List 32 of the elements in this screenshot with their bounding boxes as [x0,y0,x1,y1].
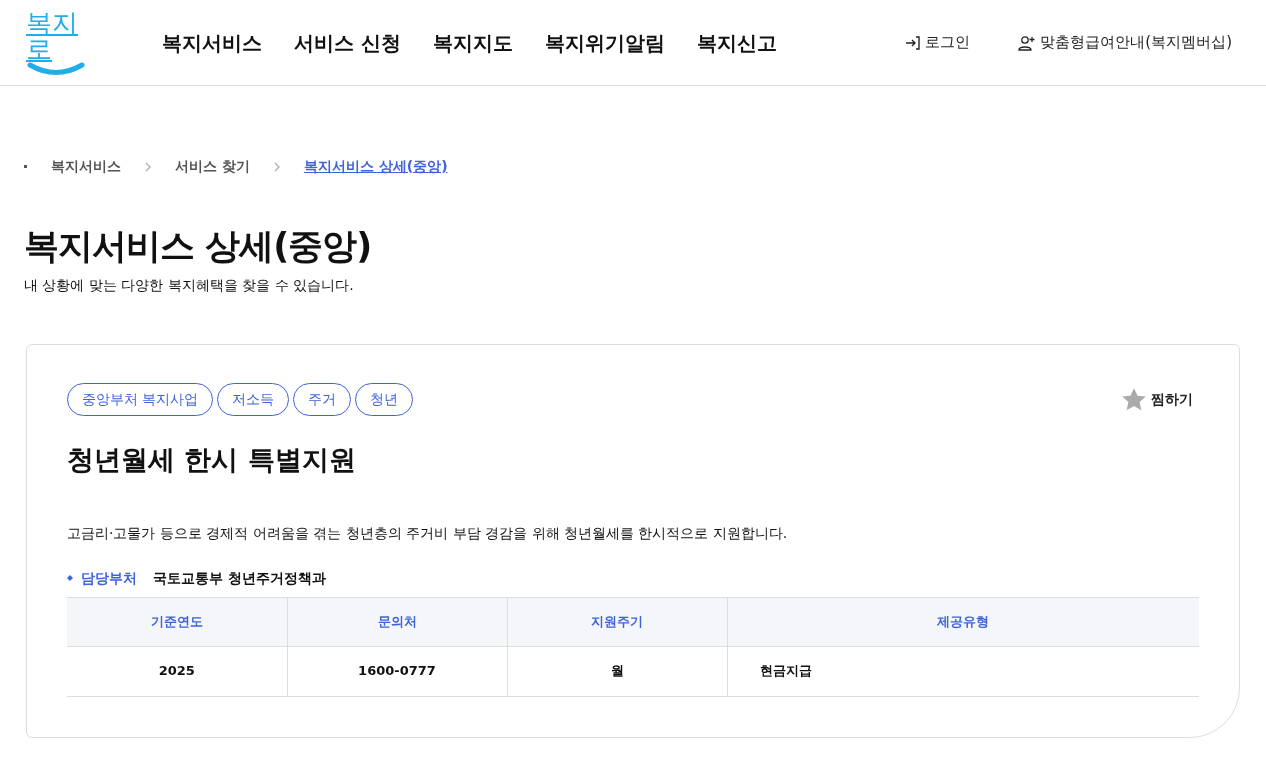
nav-link[interactable]: 복지신고 [696,27,777,58]
breadcrumb-link[interactable]: 서비스 찾기 [175,156,250,177]
diamond-bullet-icon [67,575,73,581]
table-cell: 1600-0777 [287,646,507,696]
page-title: 복지서비스 상세(중앙) [24,225,373,267]
column-header: 문의처 [287,597,507,646]
nav-link[interactable]: 복지위기알림 [544,27,665,58]
service-description: 고금리·고물가 등으로 경제적 어려움을 겪는 청년층의 주거비 부담 경감을 위해 청년월세를 한시적으로 지원합니다. [67,523,789,543]
nav-link[interactable]: 복지지도 [432,27,513,58]
table-cell: 2025 [67,646,287,696]
service-title: 청년월세 한시 특별지원 [67,443,357,477]
page-subtitle: 내 상황에 맞는 다양한 복지혜택을 찾을 수 있습니다. [24,276,355,295]
table-cell: 현금지급 [727,646,1199,696]
column-header: 지원주기 [507,597,727,646]
breadcrumb-link[interactable]: 복지서비스 [51,156,121,177]
nav-link[interactable]: 서비스 신청 [294,27,401,58]
breadcrumb-link[interactable]: 복지서비스 상세(중앙) [303,156,448,177]
membership-link[interactable]: 맞춤형급여안내(복지멤버십) [1018,31,1232,54]
user-add-icon [1018,34,1037,51]
favorite-button[interactable]: 찜하기 [1115,386,1199,413]
bullet-icon [24,165,27,168]
chevron-right-icon [145,161,151,172]
table-cell: 월 [507,646,727,696]
column-header: 기준연도 [67,597,287,646]
nav-link[interactable]: 복지서비스 [162,27,262,58]
smile-logo-icon [27,61,85,76]
login-link[interactable]: 로그인 [905,31,971,54]
chevron-right-icon [273,161,280,172]
department-value: 국토교통부 청년주거정책과 [153,568,326,588]
column-header: 제공유형 [727,597,1199,646]
login-icon [905,34,922,51]
department-label: 담당부처 [81,568,137,588]
